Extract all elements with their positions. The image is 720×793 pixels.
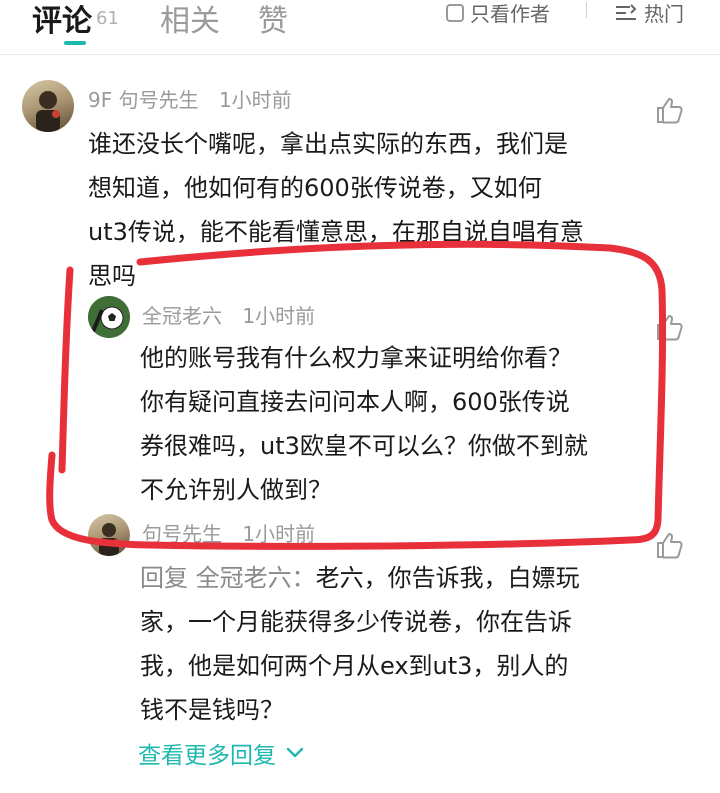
- filter-divider: [586, 2, 587, 18]
- view-more-replies-label: 查看更多回复: [138, 743, 276, 769]
- comment-line: 谁还没长个嘴呢，拿出点实际的东西，我们是: [88, 130, 568, 158]
- reply-line: 老六，你告诉我，白嫖玩: [315, 564, 580, 592]
- sort-label: 热门: [644, 2, 684, 26]
- comment-meta: 9F 句号先生 1小时前: [88, 84, 292, 113]
- reply-line: 他的账号我有什么权力拿来证明给你看？: [140, 344, 572, 372]
- reply-body: 回复 全冠老六：老六，你告诉我，白嫖玩 家，一个月能获得多少传说卷，你在告诉 我…: [140, 556, 640, 732]
- reply-time: 1小时前: [242, 304, 316, 328]
- avatar[interactable]: [88, 296, 130, 338]
- reply-line: 钱不是钱吗？: [140, 696, 284, 724]
- reply-meta: 全冠老六 1小时前: [142, 300, 315, 329]
- like-icon[interactable]: [655, 312, 685, 342]
- reply-line-first: 回复 全冠老六：老六，你告诉我，白嫖玩: [140, 556, 640, 600]
- active-tab-indicator: [64, 41, 86, 45]
- author-only-label: 只看作者: [470, 2, 550, 26]
- reply-line: 券很难吗，ut3欧皇不可以么？你做不到就: [140, 432, 588, 460]
- avatar[interactable]: [22, 80, 74, 132]
- reply-author[interactable]: 全冠老六: [142, 304, 222, 328]
- comment-time: 1小时前: [218, 88, 292, 112]
- reply-line: 家，一个月能获得多少传说卷，你在告诉: [140, 608, 572, 636]
- floor-number: 9F: [88, 88, 113, 112]
- tab-likes[interactable]: 赞: [258, 0, 288, 40]
- soccer-ball-icon: [88, 296, 130, 338]
- author-only-filter[interactable]: 只看作者: [446, 0, 550, 27]
- tab-related[interactable]: 相关: [160, 0, 220, 40]
- sort-icon: [616, 3, 637, 20]
- checkbox-icon[interactable]: [446, 3, 464, 22]
- comment-author[interactable]: 句号先生: [119, 88, 199, 112]
- reply-line: 你有疑问直接去问问本人啊，600张传说: [140, 388, 570, 416]
- avatar-image: [99, 523, 119, 556]
- reply-to-prefix[interactable]: 回复 全冠老六：: [140, 564, 316, 592]
- view-more-replies-button[interactable]: 查看更多回复: [138, 736, 304, 770]
- reply-line: 不允许别人做到？: [140, 476, 332, 504]
- tab-comments[interactable]: 评论: [32, 0, 92, 40]
- sort-hot-button[interactable]: 热门: [614, 0, 684, 27]
- reply-time: 1小时前: [242, 522, 316, 546]
- like-icon[interactable]: [655, 530, 685, 560]
- comment-line: 思吗: [88, 262, 136, 290]
- reply-body: 他的账号我有什么权力拿来证明给你看？ 你有疑问直接去问问本人啊，600张传说 券…: [140, 336, 640, 512]
- comment-tabs-bar: 评论 61 相关 赞 只看作者 热门: [0, 0, 720, 55]
- reply-meta: 句号先生 1小时前: [142, 518, 315, 547]
- reply-author[interactable]: 句号先生: [142, 522, 222, 546]
- avatar-image: [36, 91, 60, 132]
- comment-line: ut3传说，能不能看懂意思，在那自说自唱有意: [88, 218, 584, 246]
- avatar[interactable]: [88, 514, 130, 556]
- reply-line: 我，他是如何两个月从ex到ut3，别人的: [140, 652, 569, 680]
- chevron-down-icon: [286, 747, 304, 758]
- comments-count: 61: [96, 8, 119, 29]
- comment-line: 想知道，他如何有的600张传说卷，又如何: [88, 174, 542, 202]
- comment-body: 谁还没长个嘴呢，拿出点实际的东西，我们是 想知道，他如何有的600张传说卷，又如…: [88, 122, 648, 298]
- like-icon[interactable]: [655, 95, 685, 125]
